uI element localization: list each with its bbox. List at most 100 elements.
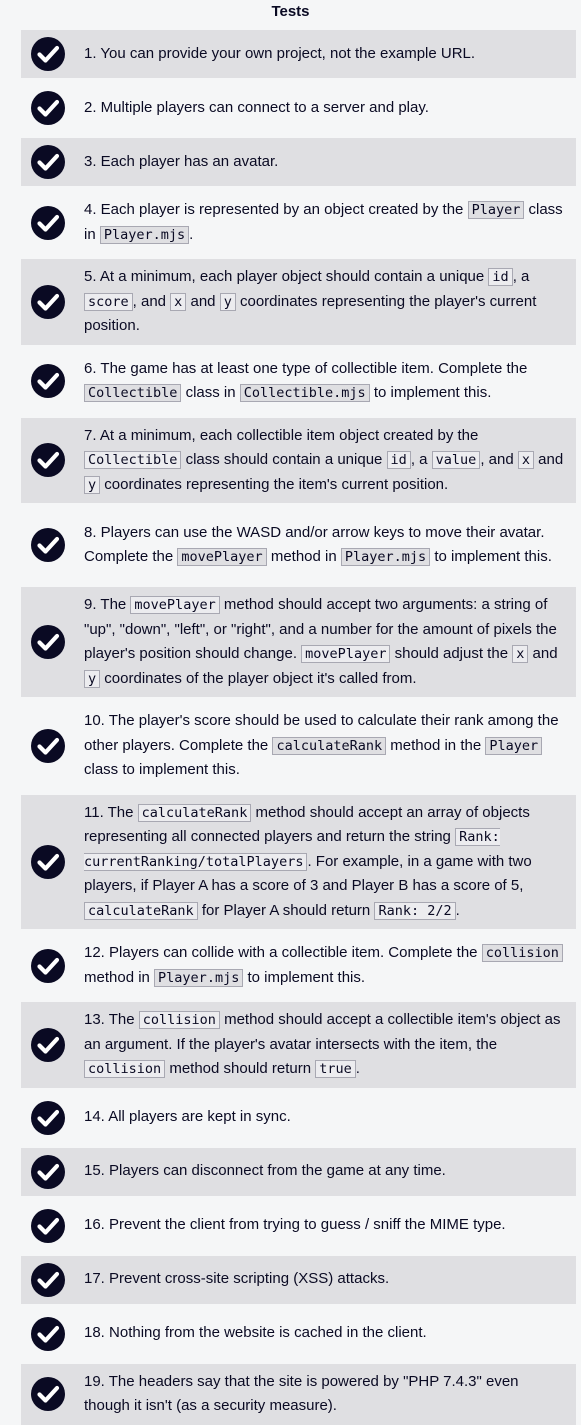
test-text-segment: 5. At a minimum, each player object shou…: [84, 268, 489, 285]
check-circle-icon: [31, 728, 65, 763]
test-description: 5. At a minimum, each player object shou…: [84, 265, 568, 339]
check-circle-icon: [31, 1100, 65, 1135]
test-description: 2. Multiple players can connect to a ser…: [84, 96, 568, 121]
test-text-segment: and: [528, 645, 558, 662]
inline-code: collision: [138, 1011, 220, 1029]
test-text-segment: should adjust the: [390, 645, 513, 662]
inline-code: Player: [485, 736, 543, 755]
test-description: 10. The player's score should be used to…: [84, 709, 568, 783]
inline-code: x: [512, 645, 529, 663]
inline-code: id: [386, 451, 411, 469]
test-description: 4. Each player is represented by an obje…: [84, 198, 568, 247]
inline-code: movePlayer: [301, 645, 391, 663]
check-circle-icon: [31, 284, 65, 319]
test-row: 8. Players can use the WASD and/or arrow…: [21, 509, 576, 581]
test-text-segment: to implement this.: [369, 384, 492, 401]
test-description: 13. The collision method should accept a…: [84, 1008, 568, 1082]
check-circle-icon: [31, 948, 65, 983]
test-description: 16. Prevent the client from trying to gu…: [84, 1213, 568, 1238]
test-description: 3. Each player has an avatar.: [84, 150, 568, 175]
test-text-segment: 17. Prevent cross-site scripting (XSS) a…: [84, 1270, 390, 1288]
test-text-segment: .: [189, 225, 194, 243]
inline-code: collision: [84, 1060, 166, 1078]
test-text-segment: 3. Each player has an avatar.: [84, 152, 279, 170]
test-row: 5. At a minimum, each player object shou…: [21, 259, 576, 345]
test-description: 19. The headers say that the site is pow…: [84, 1370, 568, 1419]
test-text-segment: 1. You can provide your own project, not…: [84, 44, 476, 62]
check-circle-icon: [31, 528, 65, 562]
test-description: 7. At a minimum, each collectible item o…: [84, 424, 568, 498]
test-text-segment: method should return: [165, 1060, 316, 1077]
check-circle-icon: [31, 625, 65, 659]
test-text-segment: , a: [410, 451, 432, 468]
check-circle-icon: [31, 1377, 65, 1411]
test-row: 14. All players are kept in sync.: [21, 1093, 576, 1142]
test-text-segment: .: [455, 901, 460, 919]
test-text-segment: 13. The: [84, 1011, 139, 1028]
inline-code: y: [84, 475, 101, 494]
check-circle-icon: [31, 443, 65, 478]
tests-list: 1. You can provide your own project, not…: [21, 30, 576, 1425]
inline-code: id: [488, 268, 513, 286]
inline-code: calculateRank: [137, 803, 252, 822]
test-text-segment: class should contain a unique: [181, 451, 387, 468]
test-text-segment: 15. Players can disconnect from the game…: [84, 1162, 446, 1180]
test-text-segment: 16. Prevent the client from trying to gu…: [84, 1216, 506, 1234]
test-text-segment: class to implement this.: [84, 761, 240, 778]
test-text-segment: , and: [132, 292, 171, 310]
test-text-segment: 19. The headers say that the site is pow…: [84, 1372, 519, 1415]
test-text-segment: 9. The: [84, 596, 131, 613]
inline-code: value: [431, 451, 481, 469]
test-description: 11. The calculateRank method should acce…: [84, 801, 568, 924]
check-circle-icon: [31, 364, 65, 398]
test-description: 17. Prevent cross-site scripting (XSS) a…: [84, 1267, 568, 1292]
test-description: 1. You can provide your own project, not…: [84, 42, 568, 67]
test-text-segment: and: [186, 292, 220, 310]
test-text-segment: 7. At a minimum, each collectible item o…: [84, 426, 479, 444]
test-text-segment: class in: [181, 384, 240, 401]
inline-code: Collectible: [84, 451, 182, 469]
test-text-segment: 14. All players are kept in sync.: [84, 1108, 291, 1126]
test-row: 10. The player's score should be used to…: [21, 703, 576, 789]
test-description: 6. The game has at least one type of col…: [84, 357, 568, 406]
inline-code: true: [315, 1060, 356, 1078]
inline-code: Player.mjs: [154, 968, 244, 987]
test-text-segment: .: [355, 1060, 360, 1077]
test-text-segment: 6. The game has at least one type of col…: [84, 359, 528, 377]
test-text-segment: method in: [266, 548, 341, 565]
inline-code: movePlayer: [177, 548, 267, 566]
inline-code: Collectible: [84, 384, 182, 402]
inline-code: calculateRank: [272, 736, 387, 755]
test-text-segment: 11. The: [84, 803, 138, 821]
test-text-segment: to implement this.: [430, 548, 552, 565]
test-row: 15. Players can disconnect from the game…: [21, 1147, 576, 1196]
test-text-segment: , and: [480, 451, 518, 468]
inline-code: score: [84, 292, 133, 311]
test-row: 13. The collision method should accept a…: [21, 1002, 576, 1088]
test-text-segment: coordinates of the player object it's ca…: [100, 669, 417, 687]
test-text-segment: 12. Players can collide with a collectib…: [84, 944, 482, 961]
inline-code: Player.mjs: [340, 548, 431, 566]
test-row: 3. Each player has an avatar.: [21, 138, 576, 186]
test-row: 6. The game has at least one type of col…: [21, 350, 576, 412]
test-row: 7. At a minimum, each collectible item o…: [21, 417, 576, 503]
check-circle-icon: [31, 145, 65, 179]
test-row: 12. Players can collide with a collectib…: [21, 935, 576, 996]
test-row: 11. The calculateRank method should acce…: [21, 794, 576, 929]
inline-code: y: [219, 292, 236, 311]
test-text-segment: for Player A should return: [197, 901, 375, 919]
check-circle-icon: [31, 37, 65, 71]
inline-code: movePlayer: [130, 596, 220, 614]
inline-code: Player: [467, 201, 525, 219]
check-circle-icon: [31, 1316, 65, 1351]
test-row: 9. The movePlayer method should accept t…: [21, 587, 576, 697]
test-description: 12. Players can collide with a collectib…: [84, 941, 568, 990]
test-description: 8. Players can use the WASD and/or arrow…: [84, 521, 568, 570]
test-description: 9. The movePlayer method should accept t…: [84, 593, 568, 691]
inline-code: Collectible.mjs: [239, 384, 370, 402]
test-text-segment: , a: [512, 268, 530, 285]
tests-heading: Tests: [271, 3, 310, 20]
test-description: 18. Nothing from the website is cached i…: [84, 1321, 568, 1346]
test-text-segment: to implement this.: [243, 968, 366, 986]
test-row: 4. Each player is represented by an obje…: [21, 192, 576, 253]
